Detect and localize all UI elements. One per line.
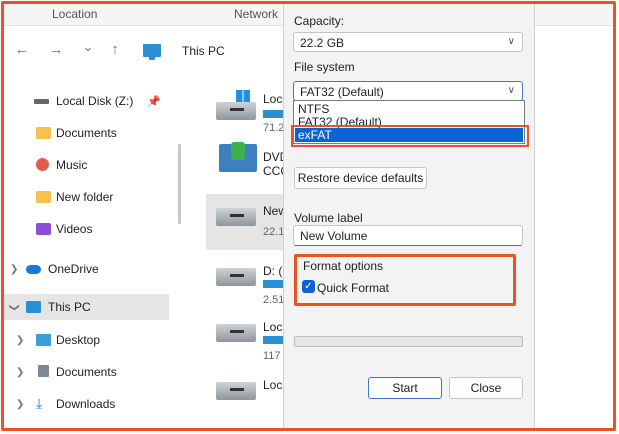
pin-icon[interactable]: 📌	[147, 95, 161, 108]
drive-icon	[216, 382, 256, 400]
drive-name: Loc	[263, 92, 283, 106]
sidebar-item-onedrive[interactable]: ❯ OneDrive	[4, 256, 169, 282]
drive-tile-selected[interactable]: New 22.1	[206, 194, 287, 250]
download-icon: ⤓	[36, 395, 43, 411]
volume-label-input[interactable]: New Volume	[293, 225, 523, 246]
drive-size: 22.1	[263, 226, 285, 238]
drive-size: 117	[263, 350, 281, 362]
sidebar-item-local-disk-z[interactable]: Local Disk (Z:) 📌	[4, 88, 169, 114]
drive-icon	[216, 324, 256, 342]
sidebar-item-label: Music	[56, 158, 88, 172]
capacity-value: 22.2 GB	[300, 36, 345, 50]
format-options-highlight-annotation	[294, 254, 516, 306]
this-pc-icon	[143, 44, 161, 60]
sidebar-item-downloads[interactable]: ❯ ⤓ Downloads	[4, 391, 169, 417]
sidebar-item-documents-pc[interactable]: ❯ Documents	[4, 359, 169, 385]
video-icon	[36, 223, 51, 235]
sidebar-item-label: Documents	[56, 365, 117, 379]
collapse-chevron-icon[interactable]: ❯	[9, 303, 20, 311]
desktop-icon	[36, 334, 51, 346]
drive-tile[interactable]: DVD CCC	[206, 140, 289, 196]
expand-chevron-icon[interactable]: ❯	[16, 399, 24, 410]
format-dialog: Capacity: 22.2 GB ∨ File system FAT32 (D…	[283, 4, 535, 428]
sidebar-item-label: This PC	[48, 300, 91, 314]
ribbon-network-label[interactable]: Network	[234, 7, 278, 21]
drive-size: 2.51	[263, 294, 285, 306]
folder-icon	[36, 127, 51, 139]
format-progress-bar	[294, 336, 523, 347]
sidebar-item-label: Downloads	[56, 397, 116, 411]
sidebar-item-this-pc[interactable]: ❯ This PC	[4, 294, 169, 320]
drive-icon	[216, 268, 256, 286]
sidebar-item-music[interactable]: Music	[4, 152, 169, 178]
sidebar-item-label: OneDrive	[48, 262, 99, 276]
disk-icon	[34, 99, 49, 104]
sidebar-item-videos[interactable]: Videos	[4, 216, 169, 242]
expand-chevron-icon[interactable]: ❯	[16, 335, 24, 346]
expand-chevron-icon[interactable]: ❯	[10, 264, 18, 275]
ribbon-location-label[interactable]: Location	[52, 7, 97, 21]
exfat-highlight-annotation	[291, 125, 529, 147]
restore-device-defaults-button[interactable]: Restore device defaults	[294, 167, 427, 189]
file-system-value: FAT32 (Default)	[300, 85, 384, 99]
recent-locations-chevron-icon[interactable]: ⌄	[78, 37, 98, 57]
chevron-down-icon: ∨	[507, 85, 515, 96]
screenshot-frame: Location Network ← → ⌄ ↑ This PC Local D…	[1, 1, 616, 431]
back-arrow-icon[interactable]: ←	[12, 40, 32, 60]
forward-arrow-icon[interactable]: →	[46, 40, 66, 60]
volume-label-label: Volume label	[294, 211, 363, 225]
expand-chevron-icon[interactable]: ❯	[16, 367, 24, 378]
sidebar-item-new-folder[interactable]: New folder	[4, 184, 169, 210]
sidebar-item-label: Desktop	[56, 333, 101, 347]
cloud-icon	[26, 265, 41, 274]
drive-tile[interactable]: D: ( 2.51	[206, 254, 293, 310]
navigation-pane: Local Disk (Z:) 📌 Documents Music New fo…	[4, 76, 172, 428]
dvd-drive-icon	[219, 142, 257, 172]
sidebar-item-documents[interactable]: Documents	[4, 120, 169, 146]
sidebar-item-label: Local Disk (Z:)	[56, 94, 134, 108]
option-ntfs[interactable]: NTFS	[295, 102, 523, 116]
sidebar-item-label: Videos	[56, 222, 93, 236]
drive-icon	[216, 208, 256, 226]
file-system-label: File system	[294, 60, 355, 74]
start-button[interactable]: Start	[368, 377, 442, 399]
close-button[interactable]: Close	[449, 377, 523, 399]
file-system-select[interactable]: FAT32 (Default) ∨	[293, 81, 523, 101]
drive-tile[interactable]: Loc 117	[206, 310, 293, 366]
drive-tile[interactable]: Loc	[206, 368, 286, 424]
drive-name: D: (	[263, 264, 283, 278]
sidebar-item-desktop[interactable]: ❯ Desktop	[4, 327, 169, 353]
chevron-down-icon: ∨	[507, 36, 515, 47]
drive-tile[interactable]: Loc 71.2	[206, 82, 293, 138]
drive-name: Loc	[263, 378, 283, 392]
drive-icon	[216, 102, 256, 120]
sidebar-item-label: New folder	[56, 190, 114, 204]
capacity-label: Capacity:	[294, 14, 345, 28]
music-icon	[36, 158, 49, 171]
capacity-select[interactable]: 22.2 GB ∨	[293, 32, 523, 52]
folder-icon	[36, 191, 51, 203]
pc-icon	[26, 301, 41, 313]
drive-size: 71.2	[263, 122, 285, 134]
sidebar-scrollbar[interactable]	[178, 144, 181, 224]
document-icon	[38, 365, 49, 377]
up-arrow-icon[interactable]: ↑	[105, 40, 125, 60]
drive-name: Loc	[263, 320, 283, 334]
sidebar-item-label: Documents	[56, 126, 117, 140]
drives-list: Loc 71.2 DVD CCC New 22.1 D: ( 2.51 Loc …	[184, 76, 293, 428]
address-bar-path[interactable]: This PC	[182, 44, 225, 58]
